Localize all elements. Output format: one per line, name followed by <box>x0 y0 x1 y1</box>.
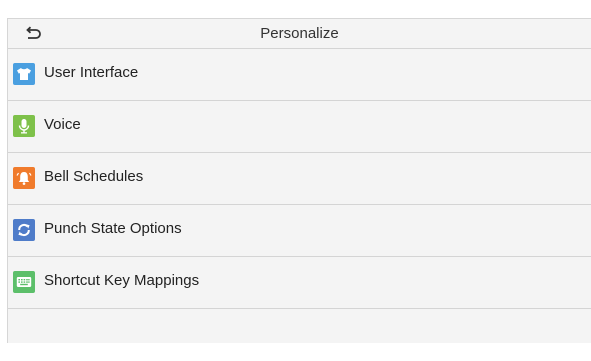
header-bar: Personalize <box>8 19 591 49</box>
menu-item-label: Punch State Options <box>44 220 182 237</box>
page-title: Personalize <box>260 25 339 42</box>
menu-item-shortcut-key-mappings[interactable]: Shortcut Key Mappings <box>8 257 591 309</box>
menu-item-punch-state-options[interactable]: Punch State Options <box>8 205 591 257</box>
microphone-icon <box>13 115 35 137</box>
menu-item-label: Bell Schedules <box>44 168 144 185</box>
empty-row <box>8 309 591 361</box>
cycle-arrows-icon <box>13 219 35 241</box>
menu-item-label: Voice <box>44 116 81 133</box>
menu-item-bell-schedules[interactable]: Bell Schedules <box>8 153 591 205</box>
menu-item-user-interface[interactable]: User Interface <box>8 49 591 101</box>
personalize-screen: Personalize User Interface Voice Bell Sc… <box>7 18 591 343</box>
menu-item-label: User Interface <box>44 64 139 81</box>
menu-item-label: Shortcut Key Mappings <box>44 272 200 289</box>
bell-icon <box>13 167 35 189</box>
tshirt-icon <box>13 63 35 85</box>
keyboard-icon <box>13 271 35 293</box>
menu-item-voice[interactable]: Voice <box>8 101 591 153</box>
